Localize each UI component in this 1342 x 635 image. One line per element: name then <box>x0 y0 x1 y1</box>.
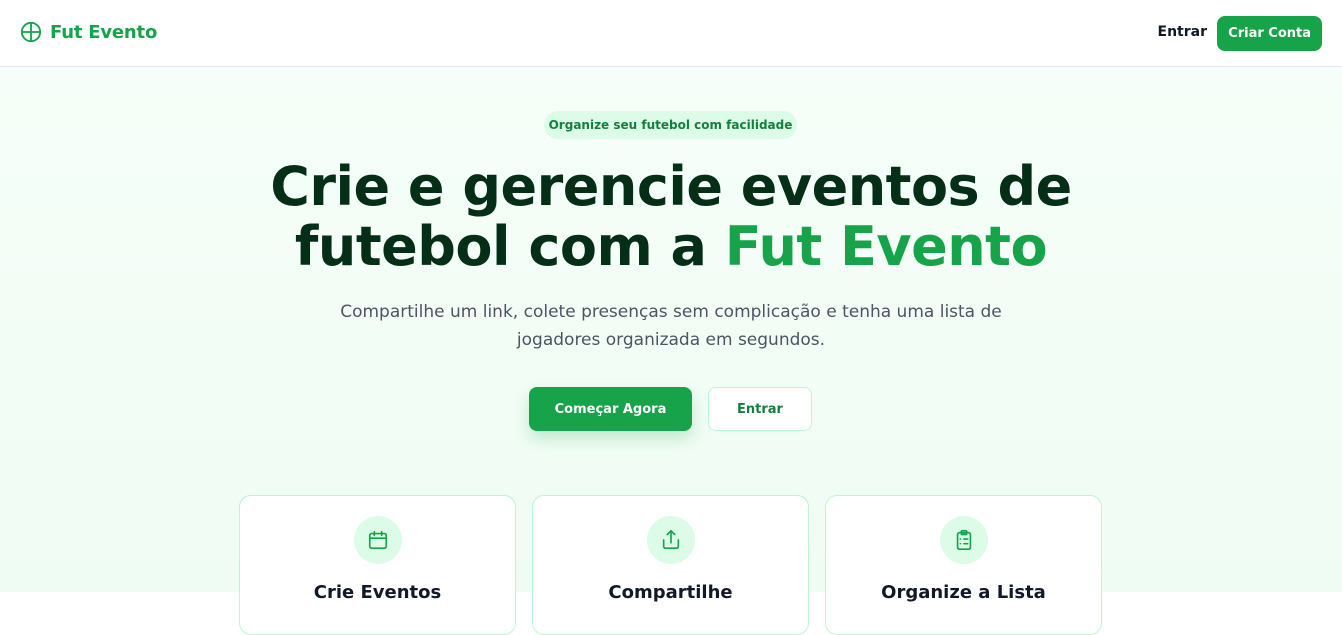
feature-icon-badge <box>647 516 695 564</box>
soccer-ball-icon <box>20 21 42 43</box>
feature-title: Compartilhe <box>608 582 733 603</box>
calendar-icon <box>368 530 388 550</box>
headline-accent: Fut Evento <box>724 215 1048 278</box>
brand-logo-link[interactable]: Fut Evento <box>20 21 157 43</box>
hero-login-button[interactable]: Entrar <box>708 387 812 431</box>
nav-login-button[interactable]: Entrar <box>1158 24 1207 40</box>
feature-card-create-events: Crie Eventos <box>239 495 516 635</box>
feature-card-share: Compartilhe <box>532 495 809 635</box>
clipboard-list-icon <box>956 530 972 550</box>
headline-line-2: futebol com a <box>294 215 725 278</box>
hero-subtitle: Compartilhe um link, colete presenças se… <box>340 302 1002 350</box>
hero-headline: Crie e gerencie eventos de futebol com a… <box>0 157 1342 277</box>
feature-icon-badge <box>354 516 402 564</box>
brand-name: Fut Evento <box>50 21 158 43</box>
hero-section: Organize seu futebol com facilidade Crie… <box>0 67 1342 635</box>
feature-title: Crie Eventos <box>313 582 442 603</box>
top-navbar: Fut Evento Entrar Criar Conta <box>0 0 1342 67</box>
feature-icon-badge <box>940 516 988 564</box>
feature-title: Organize a Lista <box>881 582 1046 603</box>
start-now-button[interactable]: Começar Agora <box>529 387 692 431</box>
feature-card-organize-list: Organize a Lista <box>825 495 1102 635</box>
headline-line-1: Crie e gerencie eventos de <box>270 155 1072 218</box>
hero-badge: Organize seu futebol com facilidade <box>544 111 797 139</box>
nav-signup-button[interactable]: Criar Conta <box>1217 16 1322 51</box>
share-icon <box>662 530 680 550</box>
